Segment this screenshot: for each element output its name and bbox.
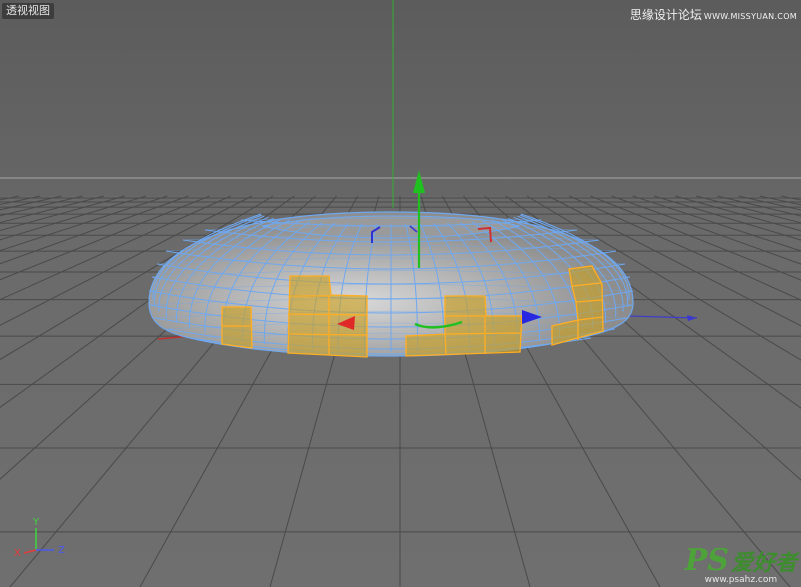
axis-indicator-x-label: X (14, 548, 21, 559)
watermark-site-name: 思缘设计论坛 (629, 8, 702, 22)
logo-ps-text: PS (684, 543, 729, 578)
selected-polygon-group-1[interactable] (221, 306, 253, 349)
psahz-logo: PS爱好者 www.psahz.com (685, 546, 797, 586)
logo-cn-text: 爱好者 (730, 550, 797, 576)
viewport-scene[interactable] (0, 0, 801, 587)
axis-indicator-y-label: Y (33, 517, 40, 528)
viewport-label[interactable]: 透视视图 (2, 3, 54, 19)
perspective-viewport[interactable]: 透视视图 思缘设计论坛 WWW.MISSYUAN.COM Y X Z PS爱好者 … (0, 0, 801, 587)
watermark-site: 思缘设计论坛 WWW.MISSYUAN.COM (630, 6, 797, 23)
axis-indicator-z-label: Z (58, 545, 65, 556)
watermark-site-url: WWW.MISSYUAN.COM (703, 12, 797, 21)
torus-object[interactable] (148, 211, 634, 358)
